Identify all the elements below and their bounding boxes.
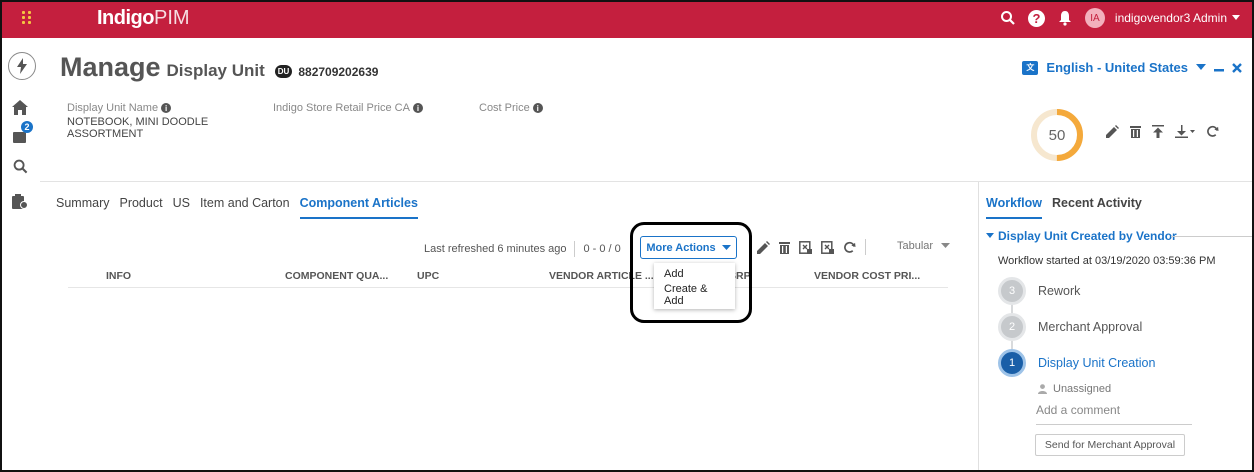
attribute-display-unit-name: Display Unit Name i NOTEBOOK, MINI DOODLE… (67, 102, 217, 140)
workflow-step-merchant-approval[interactable]: 2 Merchant Approval (998, 313, 1142, 341)
delete-icon[interactable] (779, 241, 790, 254)
bolt-icon[interactable] (8, 52, 36, 80)
step-label: Merchant Approval (1038, 320, 1143, 334)
workflow-name[interactable]: Display Unit Created by Vendor (986, 229, 1177, 243)
page-title: Manage Display Unit DU 882709202639 (60, 52, 378, 83)
tab-summary[interactable]: Summary (56, 196, 109, 219)
tab-workflow[interactable]: Workflow (986, 196, 1043, 219)
language-label: English - United States (1046, 60, 1188, 75)
translate-icon: 文 (1022, 60, 1039, 75)
attribute-retail-price: Indigo Store Retail Price CA i (273, 102, 423, 116)
grid-toolbar (757, 239, 866, 255)
language-selector[interactable]: 文 English - United States (1022, 60, 1242, 75)
header-divider (40, 181, 1254, 182)
tab-item-and-carton[interactable]: Item and Carton (200, 196, 290, 219)
attribute-label: Display Unit Name (67, 102, 159, 114)
top-bar: IndigoPIM ? IA indigovendor3 Admin (0, 0, 1254, 38)
last-refreshed: Last refreshed 6 minutes ago (424, 243, 567, 255)
avatar[interactable]: IA (1084, 8, 1105, 28)
divider (1171, 236, 1254, 237)
upload-icon[interactable] (1152, 125, 1164, 138)
edit-icon[interactable] (757, 240, 770, 254)
workflow-started: Workflow started at 03/19/2020 03:59:36 … (998, 255, 1216, 267)
entity-actions (1106, 125, 1219, 138)
user-menu[interactable]: indigovendor3 Admin (1115, 11, 1240, 25)
assignee[interactable]: Unassigned (1038, 383, 1111, 395)
tab-recent-activity[interactable]: Recent Activity (1052, 196, 1142, 219)
entity-type-badge: DU (274, 65, 293, 78)
chevron-down-icon (941, 243, 951, 248)
caret-down-icon (986, 233, 994, 238)
app-logo[interactable]: IndigoPIM (97, 7, 190, 30)
tab-product[interactable]: Product (119, 196, 162, 219)
close-icon[interactable] (1232, 62, 1242, 73)
highlight-box (630, 222, 752, 323)
separator (865, 239, 866, 255)
comment-input[interactable]: Add a comment (1036, 403, 1192, 425)
main-tabs: Summary Product US Item and Carton Compo… (56, 196, 418, 219)
tasks-icon[interactable]: 2 (11, 121, 33, 145)
attribute-cost-price: Cost Price i (479, 102, 629, 116)
column-component-quantity[interactable]: COMPONENT QUA... (285, 270, 388, 282)
view-mode-select[interactable]: Tabular (897, 240, 951, 252)
tab-component-articles[interactable]: Component Articles (299, 196, 418, 219)
step-label: Rework (1038, 284, 1081, 298)
user-name: indigovendor3 Admin (1114, 11, 1227, 25)
paging-count: 0 - 0 / 0 (583, 243, 621, 255)
import-icon[interactable] (821, 240, 834, 254)
tab-us[interactable]: US (173, 196, 190, 219)
info-icon[interactable]: i (532, 103, 543, 113)
column-info[interactable]: INFO (106, 270, 131, 282)
step-number: 2 (998, 313, 1026, 341)
search-icon[interactable] (11, 157, 29, 175)
home-icon[interactable] (11, 98, 29, 116)
minimize-icon[interactable] (1214, 63, 1224, 73)
column-vendor-cost-price[interactable]: VENDOR COST PRI... (814, 270, 920, 282)
panel-divider (978, 182, 979, 472)
search-icon[interactable] (998, 8, 1018, 28)
bell-icon[interactable] (1055, 8, 1075, 28)
left-rail: 2 (0, 38, 38, 472)
workflow-title: Display Unit Created by Vendor (998, 229, 1177, 243)
attribute-label: Cost Price (479, 102, 530, 114)
step-number: 1 (998, 349, 1026, 377)
user-icon (1038, 384, 1047, 394)
refresh-icon[interactable] (1206, 125, 1219, 138)
workflow-tabs: Workflow Recent Activity (986, 196, 1142, 219)
entity-id: 882709202639 (298, 65, 379, 79)
app-grid-icon[interactable] (22, 11, 34, 27)
chevron-down-icon (1196, 64, 1206, 70)
info-icon[interactable]: i (161, 103, 172, 113)
download-icon[interactable] (1175, 125, 1195, 138)
step-label: Display Unit Creation (1038, 356, 1156, 370)
grid-status: Last refreshed 6 minutes ago 0 - 0 / 0 (424, 241, 621, 257)
grid-header: INFO COMPONENT QUA... UPC VENDOR ARTICLE… (68, 262, 948, 288)
view-mode-label: Tabular (897, 240, 934, 252)
notification-badge: 2 (21, 121, 33, 133)
completeness-gauge[interactable]: 50 (1030, 108, 1084, 162)
step-number: 3 (998, 277, 1026, 305)
workflow-step-display-unit-creation[interactable]: 1 Display Unit Creation (998, 349, 1155, 377)
attribute-label: Indigo Store Retail Price CA (273, 102, 410, 114)
export-icon[interactable] (799, 240, 812, 254)
chevron-down-icon (1232, 15, 1240, 20)
report-icon[interactable] (11, 192, 29, 210)
send-for-merchant-approval-button[interactable]: Send for Merchant Approval (1035, 434, 1185, 456)
workflow-step-rework[interactable]: 3 Rework (998, 277, 1080, 305)
completeness-value: 50 (1048, 126, 1066, 144)
delete-icon[interactable] (1130, 125, 1141, 138)
separator (574, 241, 576, 257)
refresh-icon[interactable] (843, 241, 856, 254)
column-upc[interactable]: UPC (417, 270, 439, 282)
info-icon[interactable]: i (412, 103, 423, 113)
help-icon[interactable]: ? (1027, 9, 1045, 27)
assignee-label: Unassigned (1053, 383, 1112, 395)
title-prefix: Manage (60, 52, 161, 82)
attribute-value: NOTEBOOK, MINI DOODLE ASSORTMENT (67, 116, 209, 140)
entity-type: Display Unit (166, 61, 265, 80)
edit-icon[interactable] (1106, 125, 1119, 138)
